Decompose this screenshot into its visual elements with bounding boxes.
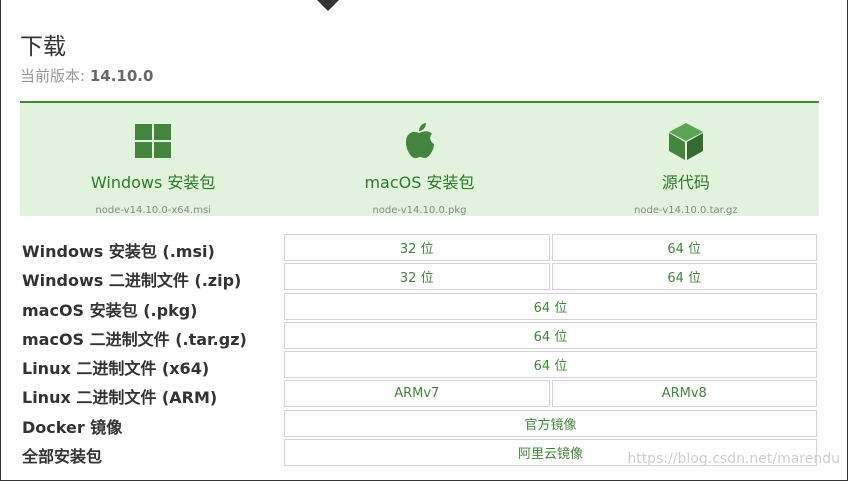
download-link[interactable]: 64 位	[284, 292, 817, 320]
windows-icon	[135, 124, 172, 158]
row-label: macOS 安装包 (.pkg)	[22, 300, 198, 320]
row-label: Linux 二进制文件 (ARM)	[22, 388, 218, 408]
installer-filename: node-v14.10.0-x64.msi	[95, 205, 211, 216]
version-value: 14.10.0	[89, 67, 154, 85]
download-link[interactable]: 32 位	[284, 263, 550, 291]
watermark: https://blog.csdn.net/marendu	[627, 451, 840, 467]
download-row: Linux 二进制文件 (ARM) ARMv7 ARMv8	[20, 379, 819, 408]
version-label: 当前版本:	[20, 67, 86, 85]
installer-macos[interactable]: macOS 安装包 node-v14.10.0.pkg	[286, 103, 552, 216]
download-link[interactable]: 官方镜像	[284, 409, 817, 437]
row-label: 全部安装包	[22, 447, 103, 467]
installer-label: macOS 安装包	[364, 173, 475, 192]
download-table: Windows 安装包 (.msi) 32 位 64 位 Windows 二进制…	[20, 233, 819, 467]
current-version: 当前版本: 14.10.0	[20, 65, 153, 86]
row-label: Windows 安装包 (.msi)	[22, 242, 215, 261]
installer-filename: node-v14.10.0.pkg	[372, 205, 467, 216]
row-label: Docker 镜像	[22, 417, 123, 437]
row-label: macOS 二进制文件 (.tar.gz)	[22, 329, 247, 349]
dropdown-caret	[317, 0, 339, 11]
download-row: Docker 镜像 官方镜像	[20, 409, 819, 438]
installer-panel: Windows 安装包 node-v14.10.0-x64.msi macOS …	[20, 101, 819, 216]
download-link[interactable]: ARMv7	[284, 380, 550, 408]
download-link[interactable]: ARMv8	[551, 380, 817, 408]
download-link[interactable]: 64 位	[551, 263, 817, 291]
apple-icon	[406, 123, 435, 159]
download-link[interactable]: 32 位	[284, 234, 550, 261]
download-row: Windows 二进制文件 (.zip) 32 位 64 位	[20, 262, 819, 291]
download-link[interactable]: 64 位	[551, 234, 817, 261]
row-label: Linux 二进制文件 (x64)	[22, 359, 210, 379]
row-label: Windows 二进制文件 (.zip)	[22, 271, 242, 291]
download-row: macOS 二进制文件 (.tar.gz) 64 位	[20, 321, 819, 350]
download-link[interactable]: 64 位	[284, 351, 817, 379]
installer-label: Windows 安装包	[90, 173, 216, 192]
download-row: Windows 安装包 (.msi) 32 位 64 位	[20, 233, 819, 262]
download-link[interactable]: 64 位	[284, 321, 817, 349]
cube-icon	[668, 123, 703, 160]
installer-filename: node-v14.10.0.tar.gz	[634, 205, 738, 216]
installer-windows[interactable]: Windows 安装包 node-v14.10.0-x64.msi	[20, 103, 286, 216]
page-title: 下载	[20, 34, 66, 60]
download-row: macOS 安装包 (.pkg) 64 位	[20, 292, 819, 321]
installer-source[interactable]: 源代码 node-v14.10.0.tar.gz	[553, 103, 819, 216]
installer-label: 源代码	[661, 173, 710, 192]
download-row: Linux 二进制文件 (x64) 64 位	[20, 350, 819, 379]
